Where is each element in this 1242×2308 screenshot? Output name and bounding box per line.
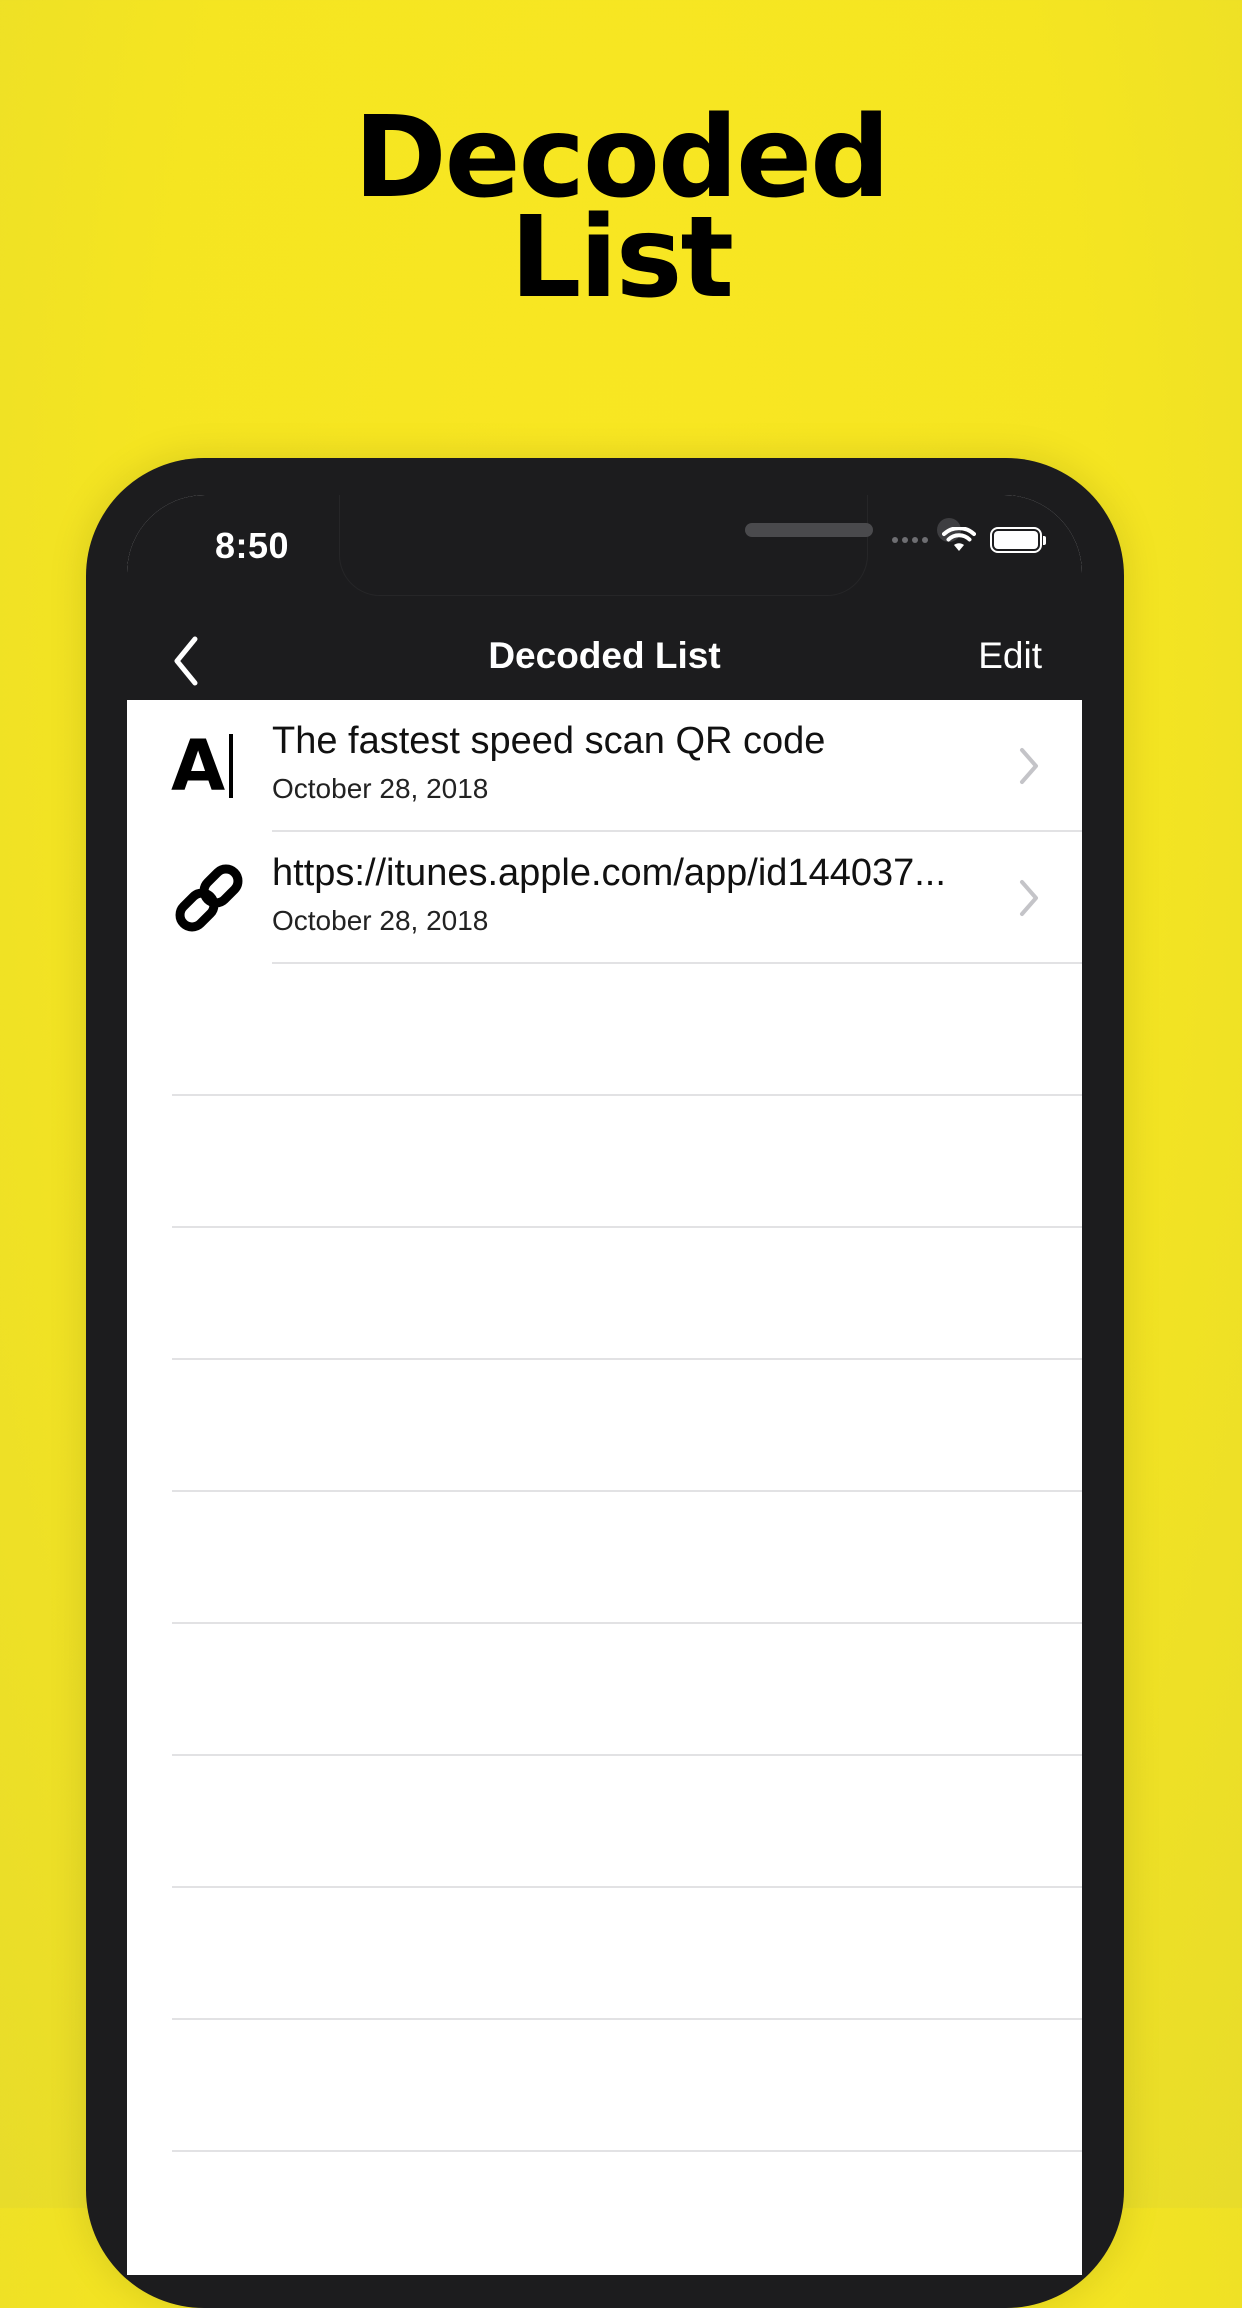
chevron-right-icon bbox=[1020, 748, 1038, 784]
speaker-grille bbox=[745, 523, 873, 537]
chevron-left-icon bbox=[174, 636, 198, 686]
empty-row bbox=[127, 964, 1082, 1096]
item-date: October 28, 2018 bbox=[272, 905, 489, 936]
nav-title: Decoded List bbox=[488, 635, 721, 676]
empty-row bbox=[127, 1228, 1082, 1360]
wifi-icon bbox=[942, 527, 976, 551]
decoded-list: A The fastest speed scan QR code October… bbox=[127, 700, 1082, 2275]
status-icons bbox=[892, 527, 1046, 553]
empty-row bbox=[127, 2020, 1082, 2152]
empty-row bbox=[127, 1756, 1082, 1888]
navigation-bar: Decoded List Edit bbox=[127, 615, 1082, 700]
chevron-right-icon bbox=[1020, 880, 1038, 916]
phone-frame: 8:50 Decoded List Edit A The fastest spe… bbox=[86, 458, 1124, 2308]
top-bar: 8:50 Decoded List Edit bbox=[127, 495, 1082, 700]
item-date: October 28, 2018 bbox=[272, 773, 489, 804]
phone-screen: 8:50 Decoded List Edit A The fastest spe… bbox=[127, 495, 1082, 2275]
empty-row bbox=[127, 2152, 1082, 2275]
empty-row bbox=[127, 1888, 1082, 2020]
empty-row bbox=[127, 1624, 1082, 1756]
back-button[interactable] bbox=[167, 631, 217, 691]
signal-icon bbox=[892, 537, 928, 543]
item-title: The fastest speed scan QR code bbox=[272, 720, 826, 762]
notch bbox=[340, 495, 961, 595]
text-type-icon: A bbox=[171, 728, 247, 804]
edit-button[interactable]: Edit bbox=[978, 635, 1042, 677]
empty-row bbox=[127, 1492, 1082, 1624]
promo-headline: Decoded List bbox=[0, 102, 1242, 323]
status-time: 8:50 bbox=[215, 525, 290, 566]
list-item[interactable]: A The fastest speed scan QR code October… bbox=[127, 700, 1082, 832]
battery-icon bbox=[990, 527, 1046, 553]
list-item[interactable]: https://itunes.apple.com/app/id144037...… bbox=[127, 832, 1082, 964]
empty-row bbox=[127, 1096, 1082, 1228]
item-title: https://itunes.apple.com/app/id144037... bbox=[272, 852, 946, 894]
promo-headline-line2: List bbox=[510, 193, 734, 323]
empty-row bbox=[127, 1360, 1082, 1492]
link-icon bbox=[175, 864, 243, 932]
text-type-letter: A bbox=[171, 725, 226, 807]
